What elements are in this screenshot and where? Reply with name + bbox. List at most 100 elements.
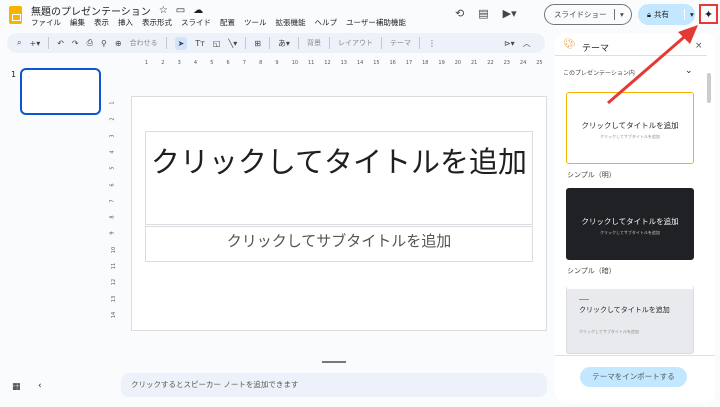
slide-thumbnail[interactable] (20, 68, 101, 115)
layout-button[interactable]: レイアウト (338, 38, 373, 48)
paint-format-icon[interactable]: ⚲ (101, 39, 107, 48)
ruler-tick-label: 6 (109, 182, 116, 187)
ruler-tick-label: 15 (373, 60, 380, 66)
slide-number: 1 (11, 70, 17, 79)
theme-subtitle-preview: クリックしてサブタイトルを追加 (600, 230, 660, 235)
history-icon[interactable]: ⟲ (455, 7, 464, 20)
theme-card-streamline[interactable]: クリックしてタイトルを追加 クリックしてサブタイトルを追加 (566, 284, 694, 354)
ruler-tick-label: 13 (111, 295, 118, 302)
theme-name: シンプル（明） (567, 171, 616, 179)
divider (48, 37, 50, 49)
theme-title-preview: クリックしてタイトルを追加 (579, 306, 670, 314)
slideshow-dropdown-icon[interactable]: ▾ (615, 10, 624, 19)
ruler-tick-label: 18 (422, 60, 429, 66)
speaker-notes[interactable]: クリックするとスピーカー ノートを追加できます (121, 373, 547, 397)
menu-help[interactable]: ヘルプ (315, 17, 338, 28)
divider (268, 37, 270, 49)
meet-icon[interactable]: ▶▾ (503, 7, 517, 20)
collapse-filmstrip-icon[interactable]: ‹ (38, 381, 42, 391)
subtitle-placeholder[interactable]: クリックしてサブタイトルを追加 (145, 226, 533, 262)
ruler-tick-label: 9 (109, 231, 116, 235)
divider (165, 37, 167, 49)
share-label: 共有 (651, 9, 685, 20)
divider (418, 37, 420, 49)
ruler-tick-label: 11 (111, 262, 118, 270)
slideshow-label[interactable]: スライドショー (545, 9, 615, 20)
redo-icon[interactable]: ↷ (72, 39, 79, 48)
theme-title-preview: クリックしてタイトルを追加 (581, 217, 679, 226)
divider (245, 37, 247, 49)
ruler-tick-label: 4 (109, 150, 116, 154)
input-tools-icon[interactable]: あ▾ (278, 38, 290, 49)
print-icon[interactable]: ⎙ (87, 38, 93, 48)
menu-format[interactable]: 表示形式 (142, 17, 172, 28)
ruler-tick-label: 10 (291, 60, 299, 66)
menu-tools[interactable]: ツール (244, 17, 267, 28)
menu-extensions[interactable]: 拡張機能 (276, 17, 306, 28)
ruler-tick-label: 1 (109, 101, 116, 105)
ruler-tick-label: 24 (519, 60, 527, 66)
horizontal-ruler[interactable]: 1 2 3 4 5 6 7 8 9 10 11 12 13 14 15 16 17 18 19 20 21 22 23 24 2… (121, 58, 547, 72)
star-icon[interactable]: ☆ (159, 5, 168, 16)
theme-title-preview: クリックしてタイトルを追加 (581, 121, 679, 130)
doc-title[interactable]: 無題のプレゼンテーション (31, 3, 151, 18)
menu-view[interactable]: 表示 (94, 17, 109, 28)
move-folder-icon[interactable]: ▭ (176, 5, 185, 16)
line-icon[interactable]: ╲▾ (228, 39, 237, 48)
shape-icon[interactable]: ◱ (213, 39, 221, 48)
search-menus-icon[interactable]: ⌕ (17, 38, 21, 48)
pen-icon[interactable]: ⊳▾ (504, 39, 515, 48)
menu-insert[interactable]: 挿入 (118, 17, 133, 28)
new-slide-icon[interactable]: +▾ (29, 39, 40, 48)
textbox-icon[interactable]: Tт (195, 39, 205, 48)
undo-icon[interactable]: ↶ (57, 39, 64, 48)
ruler-tick-label: 17 (405, 60, 413, 66)
palette-icon: 🎨︎ (563, 39, 576, 50)
accent-line (579, 299, 589, 300)
theme-card-simple-dark[interactable]: クリックしてタイトルを追加 クリックしてサブタイトルを追加 (566, 188, 694, 260)
menu-arrange[interactable]: 配置 (220, 17, 235, 28)
theme-name: シンプル（暗） (567, 267, 616, 275)
ruler-tick-label: 8 (259, 60, 263, 66)
theme-button[interactable]: テーマ (390, 38, 411, 48)
ruler-tick-label: 21 (471, 60, 478, 66)
select-icon[interactable]: ➤ (174, 36, 188, 50)
divider (380, 37, 382, 49)
toolbar: ⌕ +▾ ↶ ↷ ⎙ ⚲ ⊕ 合わせる ➤ Tт ◱ ╲▾ ⊞ あ▾ 背景 レイ… (7, 33, 545, 53)
menu-accessibility[interactable]: ユーザー補助機能 (346, 17, 406, 28)
menu-file[interactable]: ファイル (31, 17, 61, 28)
more-icon[interactable]: ⋮ (428, 39, 436, 48)
ruler-tick-label: 13 (340, 60, 347, 66)
ruler-tick-label: 5 (210, 60, 214, 66)
ruler-tick-label: 2 (109, 117, 116, 121)
import-theme-button[interactable]: テーマをインポートする (580, 367, 687, 387)
header-icons: ⟲ ▤ ▶▾ (455, 7, 517, 20)
share-dropdown-icon[interactable]: ▾ (685, 10, 694, 19)
zoom-select[interactable]: 合わせる (130, 38, 158, 48)
vertical-ruler[interactable]: 1 2 3 4 5 6 7 8 9 10 11 12 13 14 (109, 95, 121, 335)
ruler-tick-label: 12 (111, 279, 118, 286)
title-placeholder[interactable]: クリックしてタイトルを追加 (145, 131, 533, 225)
divider (328, 37, 330, 49)
menu-bar: ファイル 編集 表示 挿入 表示形式 スライド 配置 ツール 拡張機能 ヘルプ … (31, 17, 406, 28)
divider (555, 355, 715, 356)
collapse-icon[interactable]: ︿ (523, 38, 531, 49)
background-button[interactable]: 背景 (307, 38, 321, 48)
cloud-icon[interactable]: ☁ (193, 5, 203, 16)
ruler-tick-label: 1 (145, 60, 149, 66)
ruler-tick-label: 23 (503, 60, 510, 66)
menu-edit[interactable]: 編集 (70, 17, 85, 28)
ruler-tick-label: 9 (275, 60, 279, 66)
annotation-arrow (607, 25, 698, 105)
comment-add-icon[interactable]: ⊞ (254, 39, 261, 48)
slides-logo[interactable] (9, 6, 22, 24)
ruler-tick-label: 14 (356, 60, 364, 66)
zoom-icon[interactable]: ⊕ (115, 39, 122, 48)
notes-resize-handle[interactable] (322, 361, 346, 363)
menu-slide[interactable]: スライド (181, 17, 211, 28)
grid-view-icon[interactable]: ▦ (12, 382, 21, 392)
comments-icon[interactable]: ▤ (478, 7, 488, 20)
ruler-tick-label: 7 (242, 60, 246, 66)
ruler-tick-label: 22 (487, 60, 494, 66)
lock-icon: 🔒︎ (647, 9, 651, 19)
